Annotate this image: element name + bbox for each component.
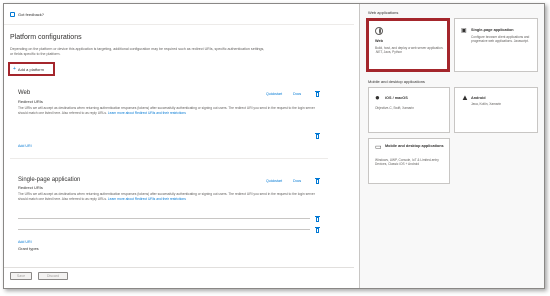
web-add-uri-link[interactable]: Add URI — [18, 144, 32, 148]
web-platform-card: Web Quickstart Docs Redirect URIs The UR… — [10, 84, 328, 159]
spa-add-uri-link[interactable]: Add URI — [18, 240, 32, 244]
divider — [4, 24, 354, 25]
desktop-tile-name: Mobile and desktop applications — [385, 144, 444, 148]
command-bar: Save Discard — [4, 267, 354, 288]
trash-icon[interactable] — [315, 133, 320, 139]
web-applications-heading: Web applications — [368, 10, 399, 15]
ios-tile-desc: Objective-C, Swift, Xamarin — [375, 106, 414, 110]
feedback-icon — [10, 12, 15, 17]
web-tile-name: Web — [375, 39, 383, 43]
spa-docs-link[interactable]: Docs — [293, 179, 301, 183]
desktop-icon: ▭ — [375, 144, 382, 151]
android-platform-tile[interactable]: ▲ Android Java, Kotlin, Xamarin — [454, 87, 538, 133]
spa-redirect-title: Redirect URIs — [18, 185, 43, 190]
page-title: Platform configurations — [10, 34, 82, 41]
authentication-pane: Got feedback? Platform configurations De… — [4, 4, 354, 288]
spa-platform-card: Single-page application Quickstart Docs … — [10, 169, 328, 265]
desktop-tile-desc: Windows, UWP, Console, IoT & Limited-ent… — [375, 158, 439, 167]
feedback-label: Got feedback? — [18, 12, 45, 17]
desktop-platform-tile[interactable]: ▭ Mobile and desktop applications Window… — [368, 138, 450, 184]
plus-icon: + — [13, 65, 16, 72]
spa-icon: ▣ — [461, 28, 467, 34]
web-platform-tile[interactable]: Web Build, host, and deploy a web server… — [366, 18, 450, 72]
web-redirect-title: Redirect URIs — [18, 99, 43, 104]
web-quickstart-link[interactable]: Quickstart — [266, 92, 282, 96]
android-tile-desc: Java, Kotlin, Xamarin — [471, 102, 502, 106]
globe-icon — [375, 27, 383, 35]
redirect-uri-field[interactable] — [18, 229, 310, 230]
feedback-link[interactable]: Got feedback? — [10, 12, 44, 17]
trash-icon[interactable] — [315, 91, 320, 97]
spa-quickstart-link[interactable]: Quickstart — [266, 179, 282, 183]
trash-icon[interactable] — [315, 216, 320, 222]
spa-grant-types-title: Grant types — [18, 246, 39, 251]
ios-tile-name: iOS / macOS — [385, 96, 408, 100]
discard-button[interactable]: Discard — [38, 272, 68, 280]
redirect-uri-field[interactable] — [18, 218, 310, 219]
android-tile-name: Android — [471, 96, 486, 100]
web-card-title: Web — [18, 90, 31, 96]
add-platform-button[interactable]: + Add a platform — [8, 62, 55, 76]
web-docs-link[interactable]: Docs — [293, 92, 301, 96]
save-button[interactable]: Save — [10, 272, 32, 280]
platform-description: Depending on the platform or device this… — [10, 47, 265, 56]
app-frame: Got feedback? Platform configurations De… — [3, 3, 545, 289]
add-platform-label: Add a platform — [17, 66, 44, 72]
android-icon: ▲ — [461, 93, 469, 102]
web-tile-desc: Build, host, and deploy a web server app… — [375, 46, 444, 55]
spa-tile-desc: Configure browser client applications an… — [471, 35, 530, 44]
ios-platform-tile[interactable]: ● iOS / macOS Objective-C, Swift, Xamari… — [368, 87, 450, 133]
trash-icon[interactable] — [315, 178, 320, 184]
apple-icon: ● — [375, 93, 380, 102]
spa-learn-more-link[interactable]: Learn more about Redirect URIs and their… — [108, 197, 186, 201]
configure-platforms-panel: Web applications Web Build, host, and de… — [359, 4, 544, 288]
spa-tile-name: Single-page application — [471, 28, 514, 32]
spa-platform-tile[interactable]: ▣ Single-page application Configure brow… — [454, 18, 538, 72]
trash-icon[interactable] — [315, 227, 320, 233]
spa-card-title: Single-page application — [18, 177, 81, 183]
mobile-desktop-heading: Mobile and desktop applications — [368, 79, 425, 84]
web-learn-more-link[interactable]: Learn more about Redirect URIs and their… — [108, 111, 186, 115]
